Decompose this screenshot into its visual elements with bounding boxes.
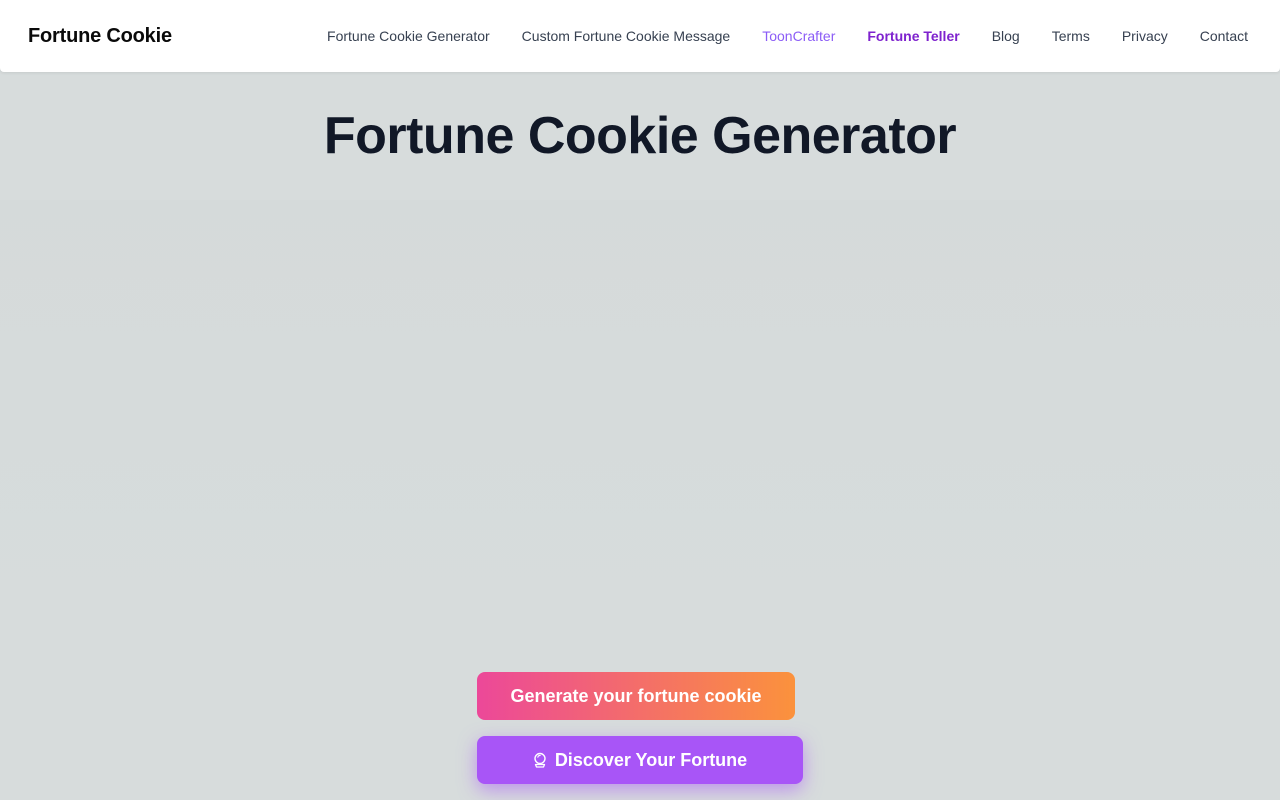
crystal-ball-icon <box>533 752 547 768</box>
nav-link-privacy[interactable]: Privacy <box>1122 28 1168 44</box>
page-title: Fortune Cookie Generator <box>323 107 957 165</box>
brand-logo[interactable]: Fortune Cookie <box>28 25 172 48</box>
nav-links: Fortune Cookie Generator Custom Fortune … <box>327 28 1248 44</box>
nav-link-blog[interactable]: Blog <box>992 28 1020 44</box>
generate-fortune-button[interactable]: Generate your fortune cookie <box>477 672 795 720</box>
discover-fortune-label: Discover Your Fortune <box>554 749 748 770</box>
nav-link-fortune-teller[interactable]: Fortune Teller <box>867 28 959 44</box>
nav-link-custom-message[interactable]: Custom Fortune Cookie Message <box>522 28 731 44</box>
nav-link-fortune-cookie-generator[interactable]: Fortune Cookie Generator <box>327 28 490 44</box>
discover-fortune-button[interactable]: Discover Your Fortune <box>477 736 803 784</box>
nav-link-contact[interactable]: Contact <box>1200 28 1248 44</box>
nav-link-tooncrafter[interactable]: ToonCrafter <box>762 28 835 44</box>
nav-link-terms[interactable]: Terms <box>1052 28 1090 44</box>
top-navbar: Fortune Cookie Fortune Cookie Generator … <box>0 0 1280 72</box>
fortune-cookie-stage <box>0 200 1280 640</box>
